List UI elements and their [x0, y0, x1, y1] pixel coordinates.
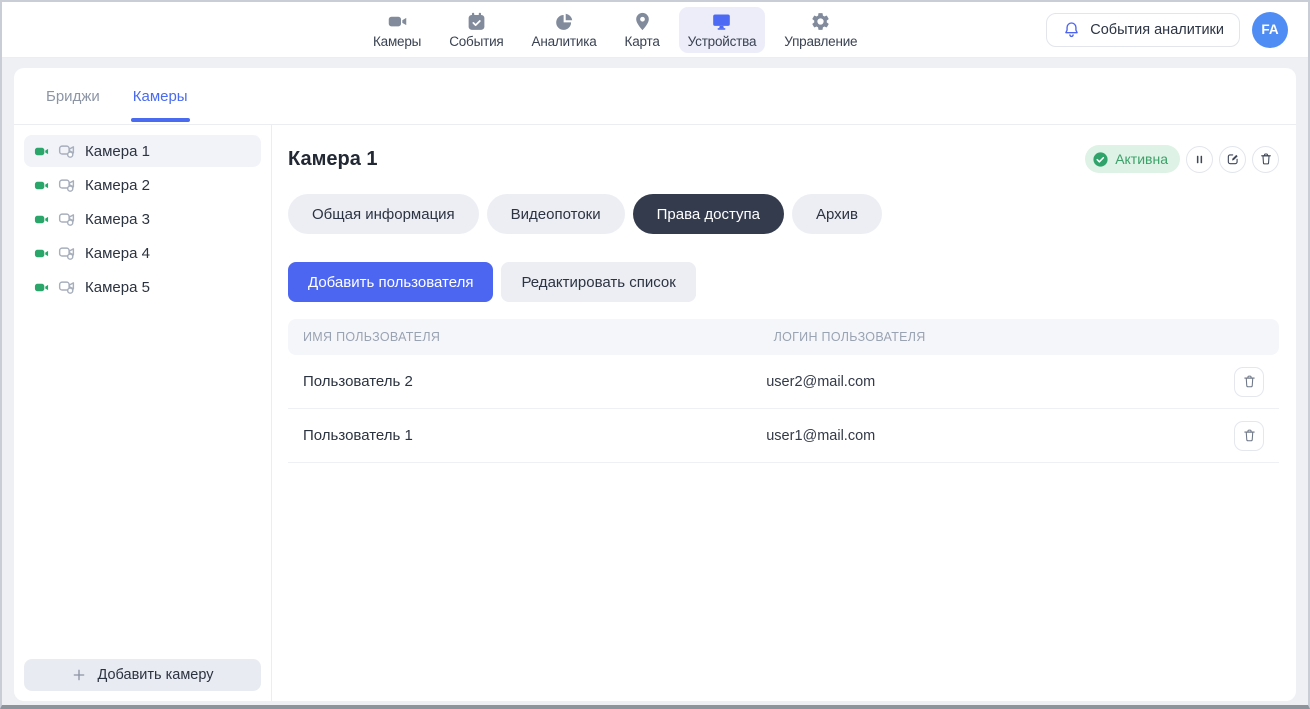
camera-name: Камера 2 [85, 177, 150, 194]
topbar-right: События аналитики FA [1046, 12, 1288, 48]
nav-label: Аналитика [532, 34, 597, 49]
camera-type-icon [58, 278, 76, 296]
camera-name: Камера 5 [85, 279, 150, 296]
table-row: Пользователь 2 user2@mail.com [288, 355, 1279, 409]
nav-label: Устройства [688, 34, 757, 49]
monitor-icon [711, 11, 733, 33]
camera-list-item-5[interactable]: Камера 5 [24, 271, 261, 303]
videocam-icon [386, 11, 408, 33]
camera-list: Камера 1 Камера 2 [24, 135, 261, 659]
add-user-button[interactable]: Добавить пользователя [288, 262, 493, 302]
tab-general-info[interactable]: Общая информация [288, 194, 479, 234]
calendar-check-icon [465, 11, 487, 33]
column-header-username: ИМЯ ПОЛЬЗОВАТЕЛЯ [288, 330, 774, 344]
camera-type-icon [58, 176, 76, 194]
nav-item-analytics[interactable]: Аналитика [523, 7, 606, 53]
delete-camera-button[interactable] [1252, 146, 1279, 173]
remove-user-button[interactable] [1234, 421, 1264, 451]
nav-label: Управление [784, 34, 857, 49]
tab-video-streams[interactable]: Видеопотоки [487, 194, 625, 234]
nav-item-devices[interactable]: Устройства [679, 7, 766, 53]
workspace: Бриджи Камеры Камера 1 [2, 58, 1308, 705]
main-panel: Бриджи Камеры Камера 1 [14, 68, 1296, 701]
table-row: Пользователь 1 user1@mail.com [288, 409, 1279, 463]
nav-item-cameras[interactable]: Камеры [364, 7, 430, 53]
analytics-events-label: События аналитики [1090, 22, 1224, 38]
check-circle-icon [1092, 151, 1109, 168]
camera-list-item-4[interactable]: Камера 4 [24, 237, 261, 269]
pause-camera-button[interactable] [1186, 146, 1213, 173]
gear-icon [810, 11, 832, 33]
add-camera-button[interactable]: Добавить камеру [24, 659, 261, 691]
status-badge-label: Активна [1115, 151, 1168, 167]
nav-label: События [449, 34, 503, 49]
nav-label: Камеры [373, 34, 421, 49]
user-login-cell: user2@mail.com [766, 374, 1234, 390]
trash-icon [1242, 374, 1257, 389]
access-actions: Добавить пользователя Редактировать спис… [288, 262, 1279, 302]
online-videocam-icon [34, 178, 49, 193]
pie-chart-icon [553, 11, 575, 33]
online-videocam-icon [34, 246, 49, 261]
analytics-events-button[interactable]: События аналитики [1046, 13, 1240, 47]
bell-icon [1062, 20, 1081, 39]
nav-item-management[interactable]: Управление [775, 7, 866, 53]
user-login-cell: user1@mail.com [766, 428, 1234, 444]
status-badge: Активна [1085, 145, 1180, 173]
plus-icon [71, 667, 87, 683]
camera-name: Камера 1 [85, 143, 150, 160]
user-name-cell: Пользователь 1 [288, 427, 766, 444]
edit-icon [1226, 152, 1240, 166]
camera-type-icon [58, 244, 76, 262]
main-nav: Камеры События Аналитика Карта [364, 7, 866, 53]
section-tabs: Общая информация Видеопотоки Права досту… [288, 194, 1279, 234]
remove-user-button[interactable] [1234, 367, 1264, 397]
pause-icon [1193, 153, 1206, 166]
camera-name: Камера 4 [85, 245, 150, 262]
user-name-cell: Пользователь 2 [288, 373, 766, 390]
camera-list-item-2[interactable]: Камера 2 [24, 169, 261, 201]
location-pin-icon [631, 11, 653, 33]
table-header: ИМЯ ПОЛЬЗОВАТЕЛЯ ЛОГИН ПОЛЬЗОВАТЕЛЯ [288, 319, 1279, 355]
online-videocam-icon [34, 280, 49, 295]
camera-name: Камера 3 [85, 211, 150, 228]
camera-type-icon [58, 210, 76, 228]
camera-list-item-1[interactable]: Камера 1 [24, 135, 261, 167]
content-header: Камера 1 Активна [288, 145, 1279, 173]
camera-list-item-3[interactable]: Камера 3 [24, 203, 261, 235]
tab-archive[interactable]: Архив [792, 194, 882, 234]
page-title: Камера 1 [288, 148, 378, 171]
camera-sidebar: Камера 1 Камера 2 [14, 125, 272, 701]
online-videocam-icon [34, 212, 49, 227]
header-actions: Активна [1085, 145, 1279, 173]
users-table: ИМЯ ПОЛЬЗОВАТЕЛЯ ЛОГИН ПОЛЬЗОВАТЕЛЯ Поль… [288, 319, 1279, 463]
edit-camera-button[interactable] [1219, 146, 1246, 173]
top-navigation-bar: Камеры События Аналитика Карта [2, 2, 1308, 58]
panel-body: Камера 1 Камера 2 [14, 125, 1296, 701]
tab-cameras[interactable]: Камеры [133, 68, 188, 124]
app-window: Камеры События Аналитика Карта [0, 0, 1310, 709]
nav-item-events[interactable]: События [440, 7, 512, 53]
device-type-tabs: Бриджи Камеры [14, 68, 1296, 125]
trash-icon [1259, 152, 1273, 166]
column-header-login: ЛОГИН ПОЛЬЗОВАТЕЛЯ [774, 330, 1279, 344]
nav-item-map[interactable]: Карта [616, 7, 669, 53]
online-videocam-icon [34, 144, 49, 159]
edit-list-button[interactable]: Редактировать список [501, 262, 695, 302]
camera-detail-content: Камера 1 Активна [272, 125, 1296, 701]
tab-access-rights[interactable]: Права доступа [633, 194, 784, 234]
trash-icon [1242, 428, 1257, 443]
camera-type-icon [58, 142, 76, 160]
nav-label: Карта [625, 34, 660, 49]
add-camera-label: Добавить камеру [97, 667, 213, 683]
tab-bridges[interactable]: Бриджи [46, 68, 100, 124]
avatar[interactable]: FA [1252, 12, 1288, 48]
